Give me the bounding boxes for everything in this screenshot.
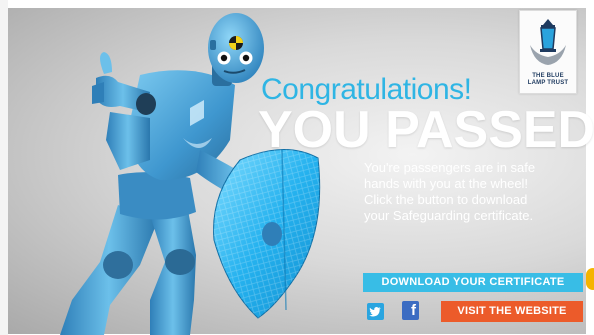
message-line: You're passengers are in safe bbox=[364, 160, 536, 175]
visit-website-button[interactable]: VISIT THE WEBSITE bbox=[441, 301, 583, 322]
message-line: hands with you at the wheel! bbox=[364, 176, 529, 191]
slide: THE BLUE LAMP TRUST Congratulations! YOU… bbox=[0, 0, 594, 335]
hint-dot bbox=[586, 268, 594, 290]
facebook-icon: f bbox=[411, 302, 416, 319]
message-line: your Safeguarding certificate. bbox=[364, 208, 534, 223]
robot-head bbox=[208, 13, 264, 83]
twitter-icon bbox=[369, 307, 381, 317]
robot-left-arm bbox=[92, 52, 156, 170]
lamp-icon bbox=[530, 19, 566, 65]
twitter-button[interactable] bbox=[367, 303, 384, 320]
facebook-button[interactable]: f bbox=[402, 301, 419, 320]
robot-legs bbox=[60, 205, 196, 335]
logo-text: THE BLUE LAMP TRUST bbox=[527, 73, 569, 86]
passed-message: You're passengers are in safe hands with… bbox=[364, 160, 570, 224]
download-certificate-button[interactable]: DOWNLOAD YOUR CERTIFICATE bbox=[363, 273, 583, 292]
blue-lamp-trust-logo[interactable]: THE BLUE LAMP TRUST bbox=[519, 10, 577, 94]
message-line: Click the button to download bbox=[364, 192, 528, 207]
you-passed-heading: YOU PASSED bbox=[258, 101, 594, 159]
